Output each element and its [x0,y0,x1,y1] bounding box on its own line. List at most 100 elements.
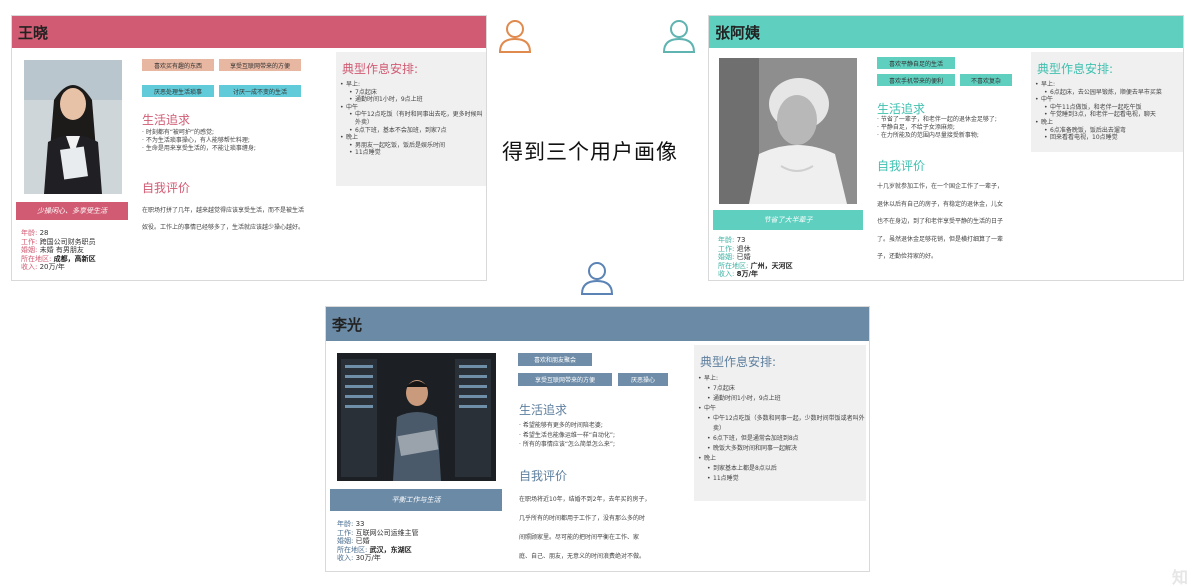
persona-info: 年龄: 73 工作: 退休 婚姻: 已婚 所在地区: 广州，天河区 收入: 8万… [718,236,793,279]
life-goal-item: · 所有的事情应该“怎么简单怎么来”; [519,441,616,448]
eval-line: 在职场将近10年，结婚不到2年，去年买的房子， [519,496,651,503]
eval-line: 在职场打拼了几年，越来越觉得应该享受生活，而不是被生活 [142,207,305,214]
persona-card-li: 李光 平衡工作与生活 年龄: 33 工作: 互联网公司运维主管 婚姻: 已婚 所… [325,306,870,572]
life-goals-title: 生活追求 [142,113,191,127]
schedule-item: 11点睡觉 [336,149,486,157]
persona-tag: 享受互联网带来的方便 [518,373,612,386]
self-evaluation-text: 在职场打拼了几年，越来越觉得应该享受生活，而不是被生活 奴役。工作上的事情已经够… [142,202,304,236]
persona-tag: 厌恶处理生活琐事 [142,85,214,97]
persona-photo [719,58,857,204]
info-income: 收入: 20万/年 [21,263,65,272]
eval-line: 几乎所有的时间都用于工作了，没有那么多的时 [519,515,646,522]
persona-motto: 少操闲心、多享受生活 [37,207,107,215]
schedule-item: 晚饭大多数时间和同事一起解决 [694,444,866,454]
persona-info: 年龄: 28 工作: 跨国公司财务职员 婚姻: 未婚 有男朋友 所在地区: 成都… [21,229,96,272]
schedule-item: 晚上 [336,134,486,142]
persona-motto-banner: 少操闲心、多享受生活 [16,202,128,220]
card-header: 王晓 [12,16,486,48]
schedule-item: 6点下班，但是通常会加班到8点 [694,434,866,444]
info-job: 工作: 退休 [718,244,751,253]
page-title: 得到三个用户画像 [502,140,678,164]
life-goal-item: · 不为生活琐事操心，有人能够帮忙料理; [142,137,250,144]
info-marital: 婚姻: 未婚 有男朋友 [21,246,84,255]
persona-card-wang: 王晓 少操闲心、多享受生活 年龄: 28 工作: 跨国公司财务职员 婚姻: 未婚… [11,15,487,281]
life-goal-item: · 希望能够有更多的时间陪老婆; [519,422,603,429]
eval-line: 十几岁就参加工作，在一个国企工作了一辈子， [877,183,1004,190]
persona-tag: 不喜欢复杂 [960,74,1012,86]
life-goal-item: · 节省了一辈子，和老伴一起的退休金足够了; [877,116,997,123]
user-icon [662,20,696,53]
schedule-item: 午觉睡到3点，和老伴一起看电视，聊天 [1031,111,1183,119]
schedule-item: 回来看看电视，10点睡觉 [1031,134,1183,142]
info-income: 收入: 30万/年 [337,554,381,563]
schedule-item: 6点起床，去公园早锻炼，顺便去早市买菜 [1031,89,1183,97]
life-goals-title: 生活追求 [877,102,926,116]
persona-card-zhang: 张阿姨 节省了大半辈子 年龄: 73 工作: 退休 婚姻: 已婚 所在地区: 广… [708,15,1184,281]
schedule-panel: 典型作息安排: 早上: 7点起床 通勤时间1小时，9点上班 中午 中午12点吃饭… [694,345,866,501]
life-goals-list: · 希望能够有更多的时间陪老婆; · 希望生活也能像运维一样“自动化”; · 所… [519,421,615,450]
schedule-item: 通勤时间1小时，9点上班 [694,394,866,404]
schedule-item: 中午12点吃饭（多数和同事一起，少数时间带饭或者叫外卖） [694,414,866,434]
schedule-title: 典型作息安排: [342,62,419,76]
persona-photo [337,353,496,481]
schedule-list: 早上: 7点起床 通勤时间1小时，9点上班 中午 中午12点吃饭（多数和同事一起… [694,374,866,484]
self-evaluation-text: 在职场将近10年，结婚不到2年，去年买的房子， 几乎所有的时间都用于工作了，没有… [519,490,650,566]
card-header: 张阿姨 [709,16,1183,48]
self-evaluation-text: 十几岁就参加工作，在一个国企工作了一辈子， 退休以后有自己的房子，有稳定的退休金… [877,178,1003,266]
persona-tag: 喜欢和朋友聚会 [518,353,592,366]
schedule-panel: 典型作息安排: 早上: 7点起床 通勤时间1小时，9点上班 中午 中午12点吃饭… [336,52,486,186]
user-icon [498,20,532,53]
life-goals-list: · 节省了一辈子，和老伴一起的退休金足够了; · 平静自足，不给子女添麻烦; ·… [877,116,997,140]
schedule-panel: 典型作息安排: 早上: 6点起床，去公园早锻炼，顺便去早市买菜 中午 中午11点… [1031,52,1183,152]
schedule-item: 中午12点吃饭（有时和同事出去吃，更多时候叫外卖） [336,111,486,126]
schedule-item: 7点起床 [694,384,866,394]
persona-tag: 享受互联网带来的方便 [219,59,301,71]
eval-line: 奴役。工作上的事情已经够多了，生活就应该越少操心越好。 [142,224,305,231]
schedule-title: 典型作息安排: [1037,62,1114,76]
persona-tag: 喜欢平静自足的生活 [877,57,955,69]
persona-tag: 喜欢买有趣的东西 [142,59,214,71]
schedule-item: 中午 [694,404,866,414]
persona-motto-banner: 节省了大半辈子 [713,210,863,230]
schedule-item: 11点睡觉 [694,474,866,484]
life-goal-item: · 时刻都有“被呵护”的感觉; [142,129,215,136]
persona-tag: 厌恶操心 [618,373,668,386]
schedule-item: 早上: [1031,81,1183,89]
persona-tag: 喜欢手机带来的便利 [877,74,955,86]
persona-name: 王晓 [18,23,49,42]
info-age: 年龄: 28 [21,229,49,237]
eval-line: 子，还勤俭持家的好。 [877,253,938,260]
schedule-item: 6点下班，基本不会加班，到家7点 [336,127,486,135]
info-marital: 婚姻: 已婚 [337,537,370,546]
schedule-item: 到家基本上都是8点以后 [694,464,866,474]
user-icon [580,262,614,295]
schedule-item: 通勤时间1小时，9点上班 [336,96,486,104]
info-age: 年龄: 73 [718,236,746,244]
self-evaluation-title: 自我评价 [519,469,568,483]
schedule-list: 早上: 6点起床，去公园早锻炼，顺便去早市买菜 中午 中午11点做饭，和老伴一起… [1031,81,1183,142]
eval-line: 庭、自己、朋友，无意义的时间浪费绝对不做。 [519,553,646,560]
life-goals-list: · 时刻都有“被呵护”的感觉; · 不为生活琐事操心，有人能够帮忙料理; · 生… [142,129,256,153]
info-job: 工作: 互联网公司运维主管 [337,528,419,537]
schedule-list: 早上: 7点起床 通勤时间1小时，9点上班 中午 中午12点吃饭（有时和同事出去… [336,81,486,157]
life-goal-item: · 生命是用来享受生活的，不能让琐事缠身; [142,145,256,152]
life-goal-item: · 在力所能及的范围内尽量接受新事物; [877,132,979,139]
persona-motto-banner: 平衡工作与生活 [330,489,502,511]
eval-line: 了。虽然退休金足够花销，但是横打细算了一辈 [877,235,1004,243]
schedule-item: 中午 [1031,96,1183,104]
watermark: 知乎 [1172,568,1189,587]
schedule-title: 典型作息安排: [700,355,777,369]
persona-motto: 节省了大半辈子 [763,216,813,224]
schedule-item: 晚上 [694,454,866,464]
card-header: 李光 [326,307,869,341]
life-goals-title: 生活追求 [519,403,568,417]
persona-name: 张阿姨 [715,23,761,42]
info-job: 工作: 跨国公司财务职员 [21,237,96,246]
persona-tag: 讨厌一成不变的生活 [219,85,301,97]
schedule-item: 晚上 [1031,119,1183,127]
self-evaluation-title: 自我评价 [142,181,191,195]
schedule-item: 早上: [694,374,866,384]
eval-line: 退休以后有自己的房子，有稳定的退休金，儿女 [877,200,1004,208]
persona-photo [24,60,122,194]
persona-motto: 平衡工作与生活 [391,496,441,504]
